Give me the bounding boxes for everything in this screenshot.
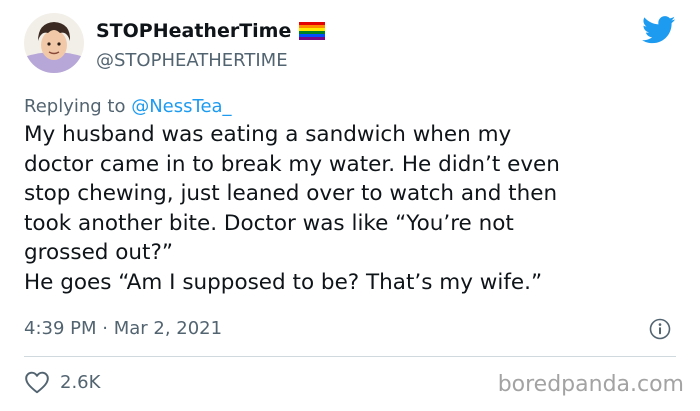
twitter-bird-icon[interactable]: [642, 16, 676, 44]
tweet-text-line: took another bite. Doctor was like “You’…: [24, 210, 514, 236]
replying-to-label: Replying to: [24, 96, 126, 117]
tweet-timestamp[interactable]: 4:39 PM · Mar 2, 2021: [24, 318, 222, 339]
replying-to: Replying to @NessTea_: [24, 96, 232, 117]
like-button[interactable]: 2.6K: [24, 370, 100, 394]
tweet-text-line: He goes “Am I supposed to be? That’s my …: [24, 269, 543, 295]
tweet-text: My husband was eating a sandwich when my…: [24, 120, 684, 297]
avatar-illustration: [24, 13, 84, 73]
avatar[interactable]: [24, 13, 84, 73]
rainbow-flag-icon: [299, 22, 326, 40]
author-display-name[interactable]: STOPHeatherTime: [96, 20, 291, 42]
author-name-row: STOPHeatherTime: [96, 20, 326, 42]
watermark: boredpanda.com: [497, 372, 684, 397]
tweet-text-line: doctor came in to break my water. He did…: [24, 151, 560, 177]
tweet-text-line: grossed out?”: [24, 240, 174, 265]
info-icon[interactable]: [649, 318, 671, 340]
heart-icon: [25, 371, 49, 394]
author-handle[interactable]: @STOPHEATHERTIME: [96, 50, 288, 71]
tweet-text-line: stop chewing, just leaned over to watch …: [24, 181, 558, 206]
like-count: 2.6K: [60, 371, 101, 393]
tweet-text-line: My husband was eating a sandwich when my: [24, 122, 512, 147]
reply-mention-link[interactable]: @NessTea_: [131, 96, 231, 117]
divider: [24, 356, 676, 357]
